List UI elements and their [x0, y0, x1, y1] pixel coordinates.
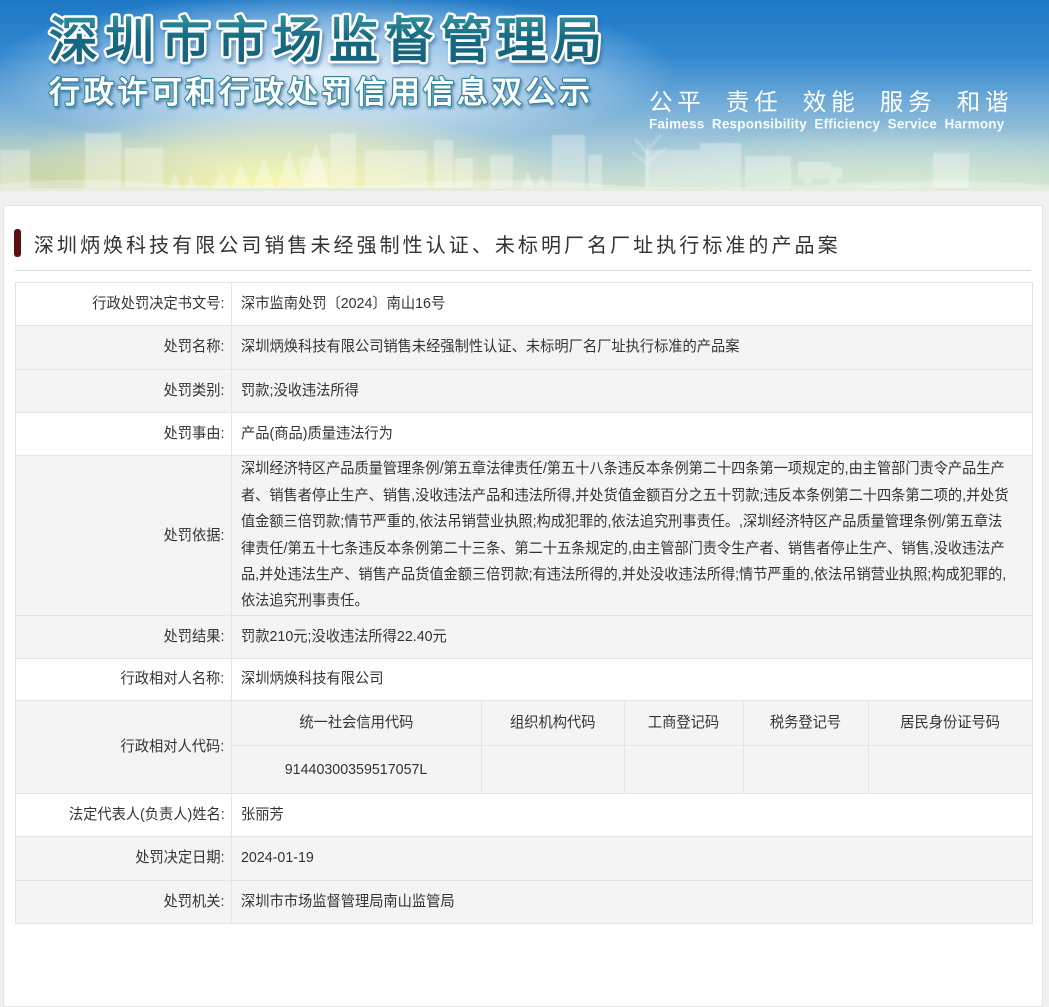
svg-text:行政许可和行政处罚信用信息双公示: 行政许可和行政处罚信用信息双公示: [48, 75, 593, 110]
svg-text:公平 责任 效能 服务 和谐: 公平 责任 效能 服务 和谐: [649, 89, 1013, 115]
svg-text:Faimess Responsibility Effic: Faimess Responsibility Efficiency Servic…: [649, 117, 1005, 132]
svg-text:深圳市市场监督管理局: 深圳市市场监督管理局: [49, 14, 609, 68]
